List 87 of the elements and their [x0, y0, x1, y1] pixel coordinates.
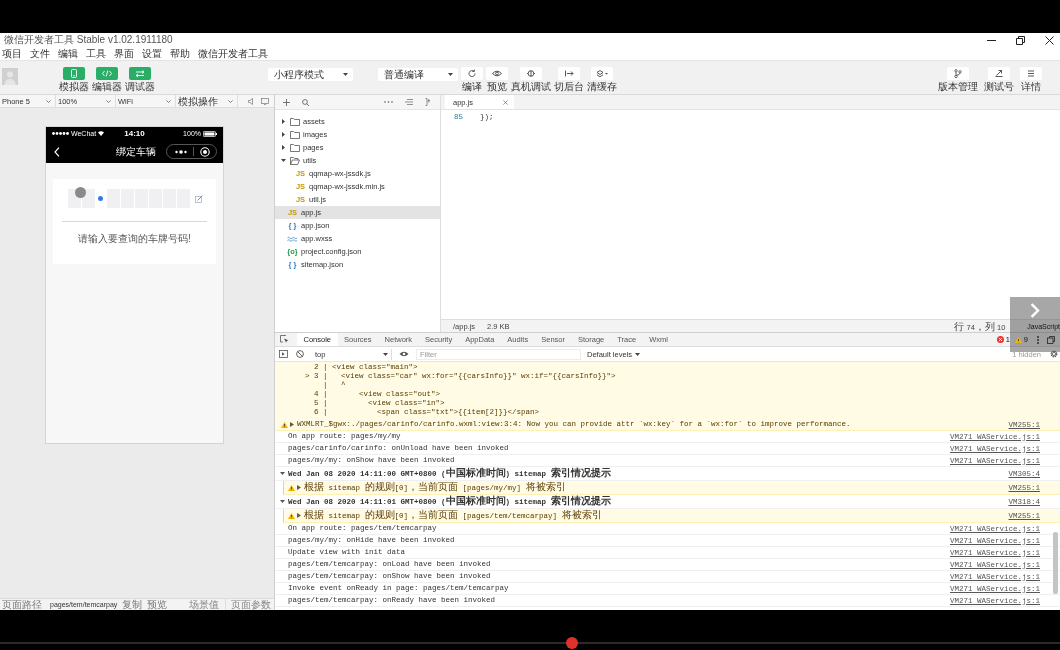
expand-arrow-icon[interactable]: [280, 471, 285, 476]
wave-lines-icon: [287, 235, 298, 242]
toolbar-button[interactable]: 切后台: [554, 67, 584, 93]
playhead-handle[interactable]: [566, 637, 579, 649]
chevron-down-icon: [46, 99, 51, 103]
menu-item[interactable]: 文件: [30, 47, 50, 60]
menu-item[interactable]: 设置: [142, 47, 162, 60]
restore-icon[interactable]: [1016, 35, 1025, 45]
menu-item[interactable]: 微信开发者工具: [198, 47, 268, 60]
menu-item[interactable]: 项目: [2, 47, 22, 60]
plate-region-field[interactable]: [68, 189, 95, 208]
eye-icon: [486, 67, 508, 80]
toolbar-button[interactable]: 详情: [1020, 67, 1042, 93]
inspect-icon[interactable]: [280, 335, 289, 344]
speaker-icon[interactable]: [248, 97, 254, 105]
expand-arrow-icon[interactable]: [281, 145, 286, 150]
crosshair-icon: [520, 67, 542, 80]
menu-icon: [1020, 67, 1042, 80]
branch-icon: [947, 67, 969, 80]
screen-icon[interactable]: [261, 97, 269, 105]
toolbar-button[interactable]: 测试号: [984, 67, 1014, 93]
target-icon[interactable]: [200, 146, 210, 157]
back-icon[interactable]: [54, 146, 60, 157]
plus-icon[interactable]: [283, 98, 290, 106]
toolbar-button[interactable]: 真机调试: [511, 67, 551, 93]
chevron-down-icon: [166, 99, 171, 103]
expand-arrow-icon[interactable]: [281, 158, 286, 163]
expand-arrow-icon[interactable]: [281, 132, 286, 137]
menu-item[interactable]: 编辑: [58, 47, 78, 60]
open-folder-icon: [290, 156, 300, 165]
mode-select[interactable]: 小程序模式: [268, 68, 353, 81]
simulator-select[interactable]: 模拟操作: [176, 95, 238, 107]
arrow-up-right-icon: [988, 67, 1010, 80]
caret-icon: [383, 352, 388, 356]
scrollbar-thumb[interactable]: [1053, 532, 1058, 594]
warning-icon: [288, 512, 295, 519]
wifi-icon: [98, 131, 105, 136]
clock-time: 14:10: [124, 129, 145, 138]
caret-icon: [343, 73, 348, 76]
video-progress-track[interactable]: [0, 637, 1060, 649]
expand-arrow-icon[interactable]: [290, 422, 294, 427]
caret-icon: [635, 352, 641, 356]
toolbar-button[interactable]: 版本管理: [938, 67, 978, 93]
expand-arrow-icon[interactable]: [297, 485, 301, 490]
eye-icon[interactable]: [399, 351, 409, 357]
toolbar-button[interactable]: 编译: [461, 67, 483, 93]
sidebar-toggle-icon[interactable]: [279, 350, 288, 358]
page-path-label: 页面路径: [2, 599, 42, 610]
expand-arrow-icon[interactable]: [297, 513, 301, 518]
status-link[interactable]: 预览: [147, 599, 168, 610]
clear-console-icon[interactable]: [296, 350, 304, 358]
window-title: 微信开发者工具 Stable v1.02.1911180: [4, 34, 173, 46]
menu-item[interactable]: 帮助: [170, 47, 190, 60]
menu-item[interactable]: 界面: [114, 47, 134, 60]
next-button[interactable]: [1010, 297, 1060, 352]
signal-dots-icon: [52, 132, 69, 135]
warning-icon: [288, 484, 295, 491]
search-icon[interactable]: [302, 98, 309, 106]
separator-dot-icon: [98, 196, 103, 201]
chevron-down-icon: [228, 99, 233, 103]
battery-icon: [203, 130, 217, 137]
settings-icon[interactable]: [1050, 350, 1058, 358]
dock-icon[interactable]: [1047, 335, 1055, 344]
error-icon: [996, 336, 1004, 343]
page-title: 绑定车辆: [115, 145, 156, 158]
toolbar-button[interactable]: 预览: [486, 67, 508, 93]
edit-icon[interactable]: [195, 194, 203, 203]
status-link[interactable]: 复制: [122, 599, 143, 610]
mode-toggle-button[interactable]: 编辑器: [92, 67, 122, 93]
chevron-down-icon: [106, 99, 111, 103]
mode-toggle-button[interactable]: 模拟器: [59, 67, 89, 93]
expand-arrow-icon[interactable]: [280, 499, 285, 504]
caret-icon: [448, 73, 453, 76]
expand-arrow-icon[interactable]: [281, 119, 286, 124]
list-lines-icon[interactable]: [405, 99, 413, 105]
warning-icon: [1014, 336, 1022, 343]
close-icon[interactable]: [1045, 35, 1054, 45]
hint-text: 请输入要查询的车牌号码!: [77, 233, 192, 245]
more-dots-icon[interactable]: [175, 149, 187, 154]
bracket-plus-icon[interactable]: [425, 98, 433, 106]
mode-toggle-button[interactable]: 调试器: [125, 67, 155, 93]
menu-item[interactable]: 工具: [86, 47, 106, 60]
toolbar-button[interactable]: 清缓存: [587, 67, 617, 93]
refresh-icon: [461, 67, 483, 80]
compile-mode-select[interactable]: 普通编译: [378, 68, 458, 81]
dot-icon: [75, 187, 86, 198]
warning-icon: [281, 421, 288, 428]
